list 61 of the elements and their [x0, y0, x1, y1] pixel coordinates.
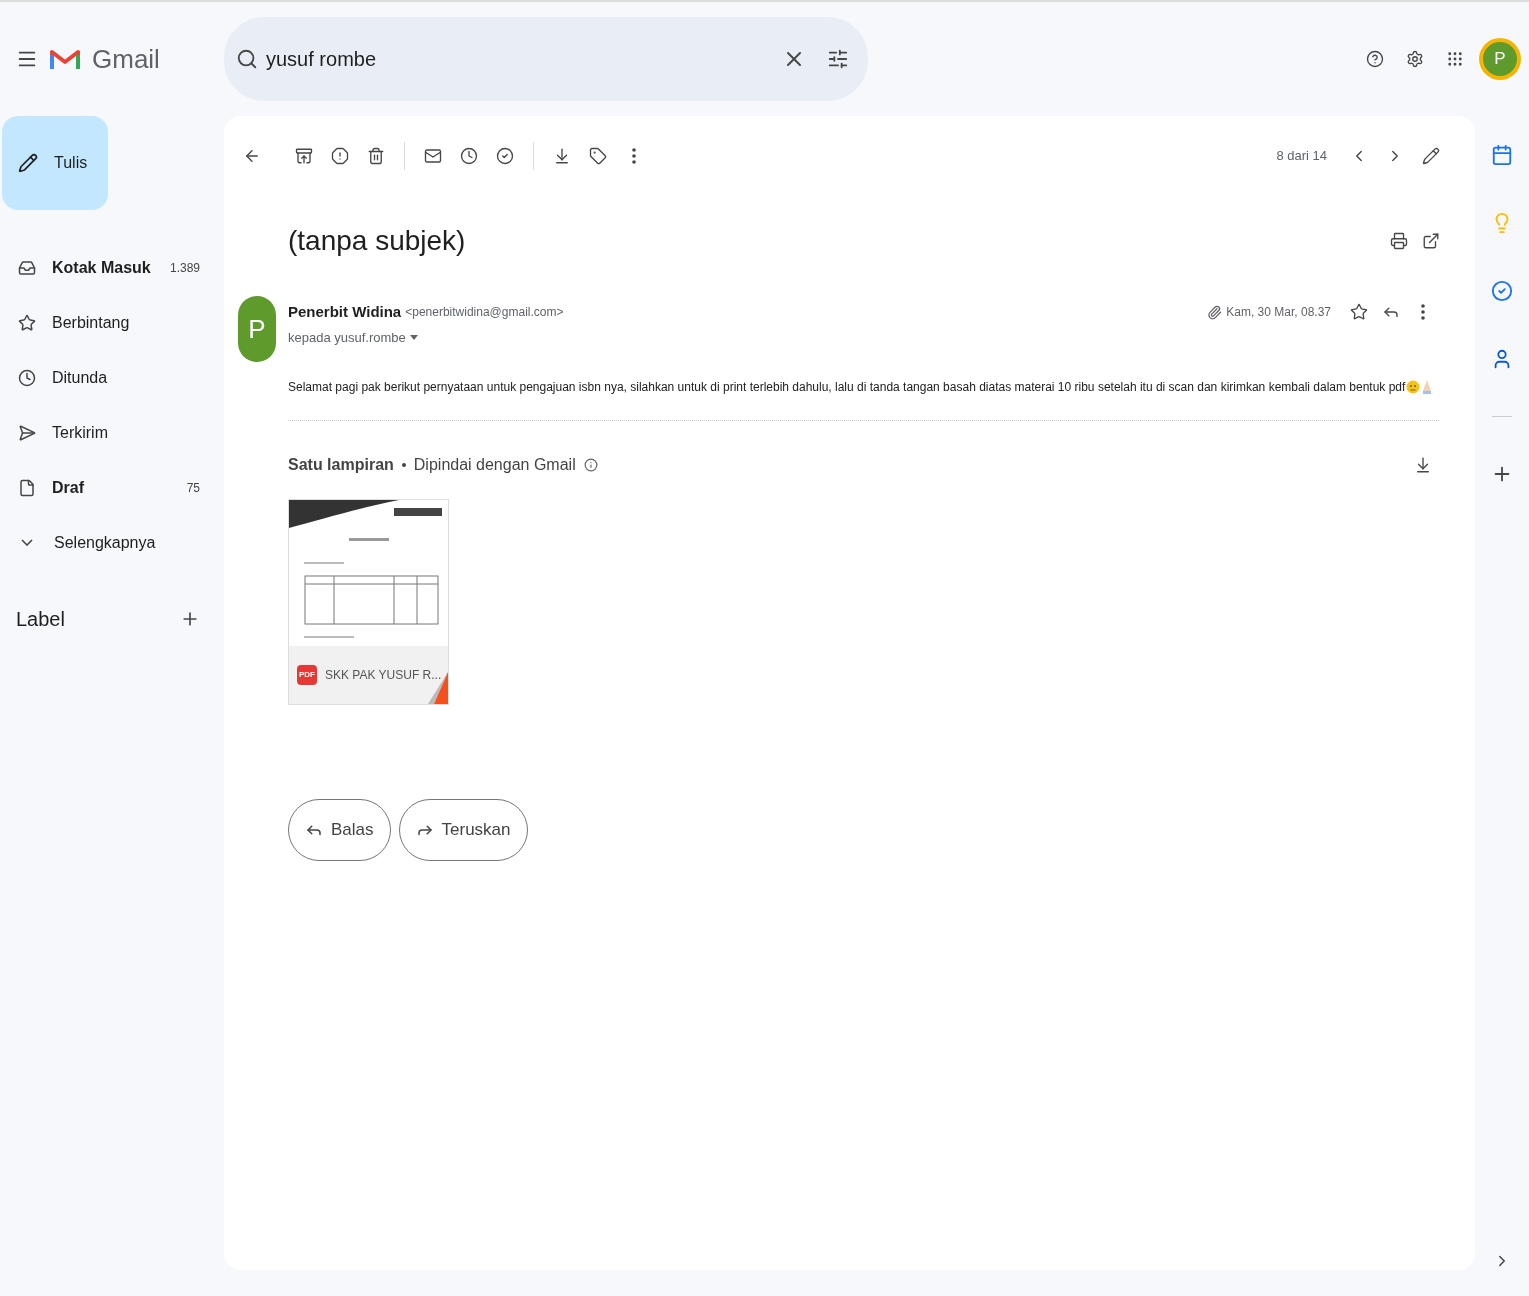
- tag-icon: [589, 147, 607, 165]
- trash-icon: [367, 147, 385, 165]
- message-body: Selamat pagi pak berikut pernyataan untuk pengajuan isbn nya, silahkan untuk di print terlebih dahulu, lalu di tanda tangan basah diatas materai 10 ribu setelah itu di scan dan kirimkan kembali dalam bentuk pdf: [288, 378, 1406, 396]
- chevron-down-icon: [21, 539, 33, 546]
- gmail-logo-icon: [50, 47, 80, 71]
- compose-button[interactable]: Tulis: [2, 116, 108, 210]
- search-icon: [236, 48, 258, 70]
- more-vertical-icon: [632, 148, 636, 164]
- archive-box-icon: [295, 147, 313, 165]
- labels-heading: Label: [16, 607, 65, 632]
- nav-item[interactable]: Berbintang: [0, 295, 224, 350]
- download-arrow-icon: [553, 147, 571, 165]
- attachment-name: SKK PAK YUSUF R...: [325, 666, 442, 684]
- sliders-icon: [827, 48, 849, 70]
- file-icon: [18, 478, 36, 497]
- star-icon: [18, 313, 36, 332]
- search-field[interactable]: yusuf rombe: [224, 17, 868, 101]
- scanned-note: Dipindai dengan Gmail: [413, 454, 576, 475]
- pencil-icon: [1422, 147, 1440, 165]
- app-name: Gmail: [92, 42, 160, 76]
- more-vertical-icon: [1421, 304, 1425, 320]
- alert-icon: [331, 147, 349, 165]
- tasks-icon: [1491, 280, 1513, 302]
- printer-icon: [1390, 232, 1408, 250]
- grid-icon: [1446, 50, 1464, 68]
- sender-email: <penerbitwidina@gmail.com>: [405, 304, 564, 321]
- attachment-card[interactable]: PDF SKK PAK YUSUF R...: [288, 498, 449, 705]
- pencil-icon: [18, 153, 38, 173]
- star-icon: [1350, 303, 1368, 321]
- check-circle-icon: [496, 147, 514, 165]
- help-icon: [1366, 50, 1384, 68]
- message-subject: (tanpa subjek): [288, 224, 467, 258]
- nav-item[interactable]: Terkirim: [0, 405, 224, 460]
- paperclip-icon: [1207, 304, 1223, 320]
- attachment-count: Satu lampiran: [288, 454, 394, 475]
- nav-item[interactable]: Selengkapnya: [0, 515, 224, 570]
- sender-name: Penerbit Widina: [288, 301, 402, 322]
- message-date: Kam, 30 Mar, 08.37: [1226, 304, 1331, 321]
- nav-count: 75: [186, 479, 200, 497]
- face-emoji-icon: [1406, 379, 1421, 394]
- nav-item[interactable]: Kotak Masuk 1.389: [0, 240, 224, 295]
- envelope-icon: [424, 147, 442, 165]
- dropdown-caret-icon: [409, 335, 418, 341]
- nav-item[interactable]: Draf 75: [0, 460, 224, 515]
- sender-avatar: P: [238, 296, 276, 362]
- search-input[interactable]: yusuf rombe: [266, 44, 768, 74]
- calendar-icon: [1491, 144, 1513, 166]
- praying-hands-icon: [1421, 378, 1434, 395]
- nav-count: 1.389: [169, 259, 200, 277]
- download-arrow-icon: [1414, 455, 1432, 474]
- external-link-icon: [1422, 232, 1440, 250]
- recipient-toggle[interactable]: kepada yusuf.rombe: [288, 328, 418, 348]
- settings-icon: [1406, 50, 1424, 68]
- send-icon: [18, 423, 36, 442]
- pager-text: 8 dari 14: [1276, 147, 1327, 166]
- pdf-badge: PDF: [297, 664, 317, 685]
- clock-icon: [460, 147, 478, 165]
- nav-item[interactable]: Ditunda: [0, 350, 224, 405]
- info-icon: [583, 457, 598, 472]
- clock-icon: [18, 368, 36, 387]
- inbox-icon: [18, 258, 36, 277]
